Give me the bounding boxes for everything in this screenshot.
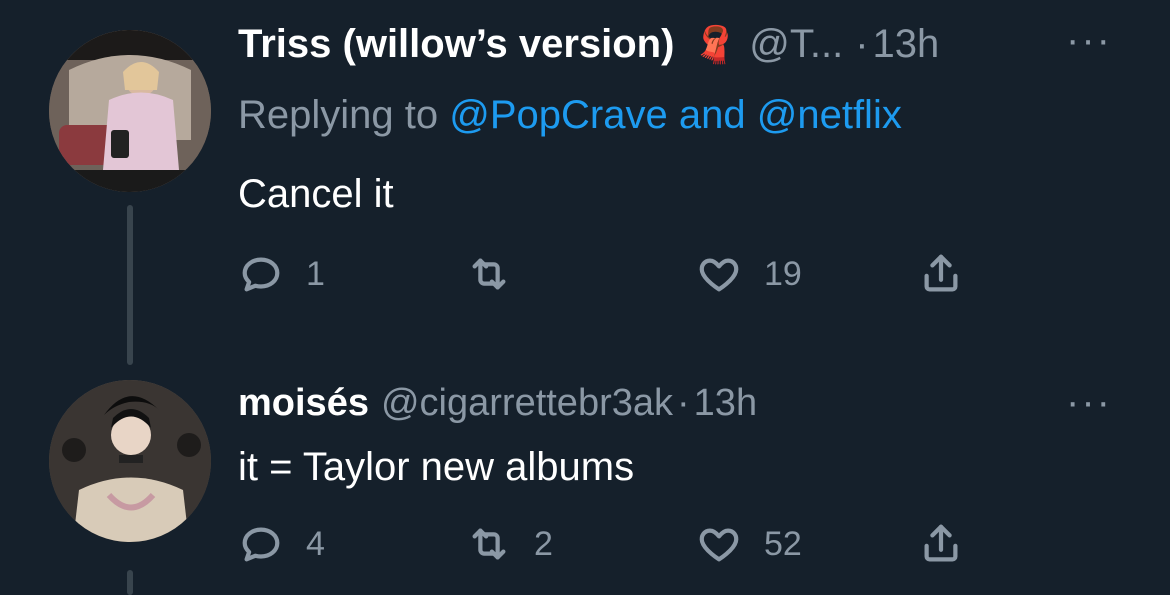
share-icon <box>924 524 958 562</box>
tweet-text: Cancel it <box>238 172 394 216</box>
tweet-header: moisés @cigarrettebr3ak · 13h <box>238 382 757 425</box>
like-button[interactable]: 19 <box>696 251 802 297</box>
like-count: 19 <box>764 254 802 293</box>
reply-icon <box>242 257 280 292</box>
user-handle[interactable]: @cigarrettebr3ak <box>381 382 673 425</box>
reply-count: 4 <box>306 524 325 563</box>
retweet-icon <box>472 528 506 560</box>
share-button[interactable] <box>918 521 964 567</box>
more-icon[interactable]: ··· <box>1066 18 1112 63</box>
retweet-icon <box>472 258 506 290</box>
avatar-photo <box>49 30 211 192</box>
avatar[interactable] <box>49 30 211 192</box>
tweet-text: it = Taylor new albums <box>238 445 635 489</box>
reply-count: 1 <box>306 254 325 293</box>
separator-dot: · <box>855 22 869 66</box>
avatar-photo <box>49 380 211 542</box>
like-icon <box>699 528 739 562</box>
replying-to: Replying to @PopCrave and @netflix <box>238 93 902 138</box>
replying-prefix: Replying to <box>238 93 439 137</box>
share-button[interactable] <box>918 251 964 297</box>
display-name[interactable]: moisés <box>238 382 369 425</box>
display-name[interactable]: Triss (willow’s version) <box>238 22 674 67</box>
reply-button[interactable]: 1 <box>238 251 325 297</box>
separator-dot: · <box>677 382 690 424</box>
user-handle[interactable]: @T... <box>749 22 843 67</box>
more-icon[interactable]: ··· <box>1066 380 1112 425</box>
timestamp[interactable]: 13h <box>694 382 757 425</box>
share-icon <box>924 254 958 292</box>
thread-line <box>127 205 133 365</box>
scarf-icon: 🧣 <box>692 24 738 65</box>
retweet-button[interactable] <box>466 251 534 297</box>
tweet-header: Triss (willow’s version) 🧣 @T... · 13h <box>238 22 939 67</box>
action-bar: 1 19 <box>238 245 1138 305</box>
mention-link[interactable]: @netflix <box>757 93 902 137</box>
tweet[interactable]: Triss (willow’s version) 🧣 @T... · 13h ·… <box>0 0 1170 365</box>
replying-and: and <box>678 93 746 137</box>
timestamp[interactable]: 13h <box>873 22 940 67</box>
tweet[interactable]: moisés @cigarrettebr3ak · 13h ··· it = T… <box>0 365 1170 595</box>
mention-link[interactable]: @PopCrave <box>449 93 667 137</box>
thread-line <box>127 570 133 595</box>
reply-icon <box>242 527 280 562</box>
retweet-button[interactable]: 2 <box>466 521 553 567</box>
like-button[interactable]: 52 <box>696 521 802 567</box>
like-count: 52 <box>764 524 802 563</box>
retweet-count: 2 <box>534 524 553 563</box>
action-bar: 4 2 52 <box>238 515 1138 575</box>
like-icon <box>699 258 739 292</box>
avatar[interactable] <box>49 380 211 542</box>
reply-button[interactable]: 4 <box>238 521 325 567</box>
